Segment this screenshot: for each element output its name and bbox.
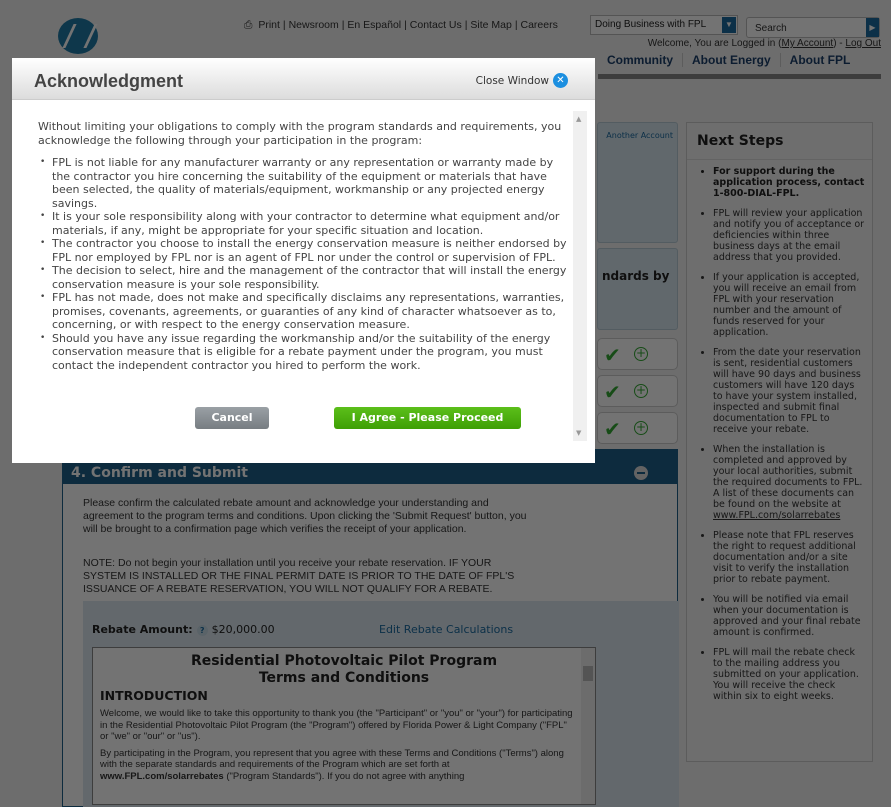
step-row-2[interactable]: ✔ +	[597, 375, 678, 407]
next-step-item: You will be notified via email when your…	[713, 594, 866, 638]
next-step-item: If your application is accepted, you wil…	[713, 272, 866, 338]
my-account-link[interactable]: My Account	[781, 38, 833, 49]
ack-item: It is your sole responsibility along wit…	[40, 210, 568, 237]
acknowledgment-modal: Acknowledgment Close Window ✕ Without lim…	[12, 58, 595, 463]
close-label: Close Window	[475, 74, 549, 87]
standards-heading: ndards by	[602, 269, 670, 283]
next-step-item: When the installation is completed and a…	[713, 444, 866, 521]
scroll-thumb[interactable]	[583, 666, 593, 681]
nav-about-energy[interactable]: About Energy	[682, 53, 780, 67]
chevron-down-icon: ▼	[722, 17, 736, 33]
next-step-item: Please note that FPL reserves the right …	[713, 530, 866, 585]
next-step-text: When the installation is completed and a…	[713, 444, 863, 510]
rebate-label: Rebate Amount:	[92, 623, 193, 636]
next-step-item: FPL will mail the rebate check to the ma…	[713, 647, 866, 702]
modal-body: Without limiting your obligations to com…	[38, 120, 568, 372]
terms-paragraph-1: Welcome, we would like to take this oppo…	[100, 708, 573, 742]
step-account-box: Another Account	[597, 122, 678, 243]
scroll-up-icon[interactable]: ▲	[576, 115, 581, 123]
welcome-label: Welcome, You are Logged in (	[647, 38, 782, 49]
scroll-down-icon[interactable]: ▼	[576, 429, 581, 437]
terms-title-1: Residential Photovoltaic Pilot Program	[190, 653, 498, 669]
another-account-link[interactable]: Another Account	[598, 123, 677, 148]
terms-intro-heading: INTRODUCTION	[100, 688, 208, 703]
utility-links: ⎙ Print | Newsroom | En Español | Contact U…	[244, 19, 558, 31]
solar-rebates-link[interactable]: www.FPL.com/solarrebates	[713, 510, 840, 521]
link-careers[interactable]: Careers	[520, 19, 557, 31]
rebate-panel: Rebate Amount:? $20,000.00 Edit Rebate Ca…	[83, 601, 679, 807]
ack-item: Should you have any issue regarding the …	[40, 332, 568, 373]
terms-p2-text: By participating in the Program, you rep…	[100, 747, 564, 771]
collapse-minus-icon[interactable]	[634, 466, 648, 480]
main-nav: Community About Energy About FPL	[598, 53, 859, 67]
step4-body: Please confirm the calculated rebate amo…	[62, 484, 679, 807]
link-newsroom[interactable]: Newsroom	[289, 19, 339, 31]
step-row-1[interactable]: ✔ +	[597, 338, 678, 370]
link-espanol[interactable]: En Español	[347, 19, 401, 31]
terms-p2-rest: ("Program Standards"). If you do not agr…	[223, 770, 465, 782]
next-step-item: For support during the application proce…	[713, 166, 866, 199]
logout-link[interactable]: Log Out	[845, 38, 881, 49]
modal-header: Acknowledgment Close Window ✕	[12, 58, 595, 100]
ack-item: The contractor you choose to install the…	[40, 237, 568, 264]
business-select[interactable]: Doing Business with FPL ▼	[590, 15, 738, 35]
modal-title: Acknowledgment	[34, 71, 184, 91]
terms-paragraph-2: By participating in the Program, you rep…	[100, 748, 575, 783]
rebate-amount-row: Rebate Amount:? $20,000.00	[92, 623, 275, 636]
agree-proceed-button[interactable]: I Agree - Please Proceed	[334, 407, 521, 429]
check-icon: ✔	[604, 417, 621, 441]
welcome-text: Welcome, You are Logged in (My Account) …	[648, 38, 881, 49]
nav-community[interactable]: Community	[598, 53, 682, 67]
next-step-item: From the date your reservation is sent, …	[713, 347, 866, 435]
cancel-button[interactable]: Cancel	[195, 407, 269, 429]
close-icon[interactable]: ✕	[553, 73, 568, 88]
nav-about-fpl[interactable]: About FPL	[779, 53, 860, 67]
terms-link[interactable]: www.FPL.com/solarrebates	[100, 771, 224, 782]
terms-title-2: Terms and Conditions	[258, 670, 430, 686]
search-placeholder: Search	[755, 23, 787, 34]
link-print[interactable]: Print	[258, 19, 280, 31]
help-icon[interactable]: ?	[196, 625, 208, 636]
step-standards-box: ndards by	[597, 248, 678, 330]
next-steps-sidebar: Next Steps For support during the applic…	[686, 122, 873, 762]
search-go-icon[interactable]: ▶	[866, 18, 879, 37]
link-sitemap[interactable]: Site Map	[470, 19, 511, 31]
check-icon: ✔	[604, 380, 621, 404]
terms-scrollbar[interactable]	[581, 648, 595, 804]
modal-scrollbar[interactable]: ▲ ▼	[573, 111, 587, 441]
check-icon: ✔	[604, 343, 621, 367]
search-input[interactable]: Search ▶	[746, 17, 880, 38]
edit-rebate-link[interactable]: Edit Rebate Calculations	[379, 623, 513, 636]
close-window-button[interactable]: Close Window ✕	[476, 73, 568, 88]
nav-bar	[598, 74, 881, 79]
next-step-item: FPL will review your application and not…	[713, 208, 866, 263]
print-icon: ⎙	[244, 19, 253, 31]
ack-item: The decision to select, hire and the man…	[40, 264, 568, 291]
next-steps-title: Next Steps	[687, 123, 872, 160]
expand-plus-icon[interactable]: +	[634, 421, 648, 435]
fpl-logo[interactable]	[58, 18, 98, 54]
step4-title: 4. Confirm and Submit	[71, 465, 248, 481]
welcome-sep: ) -	[833, 38, 846, 49]
confirm-note: NOTE: Do not begin your installation unt…	[83, 557, 515, 595]
expand-plus-icon[interactable]: +	[634, 347, 648, 361]
link-contact[interactable]: Contact Us	[410, 19, 462, 31]
terms-box[interactable]: Residential Photovoltaic Pilot Program Te…	[92, 647, 596, 805]
confirm-paragraph: Please confirm the calculated rebate amo…	[83, 497, 527, 535]
ack-item: FPL is not liable for any manufacturer w…	[40, 156, 568, 210]
ack-item: FPL has not made, does not make and spec…	[40, 291, 568, 332]
expand-plus-icon[interactable]: +	[634, 384, 648, 398]
business-select-value: Doing Business with FPL	[595, 19, 707, 30]
step-row-3[interactable]: ✔ +	[597, 412, 678, 444]
rebate-amount: $20,000.00	[211, 623, 275, 636]
modal-intro: Without limiting your obligations to com…	[38, 120, 562, 147]
